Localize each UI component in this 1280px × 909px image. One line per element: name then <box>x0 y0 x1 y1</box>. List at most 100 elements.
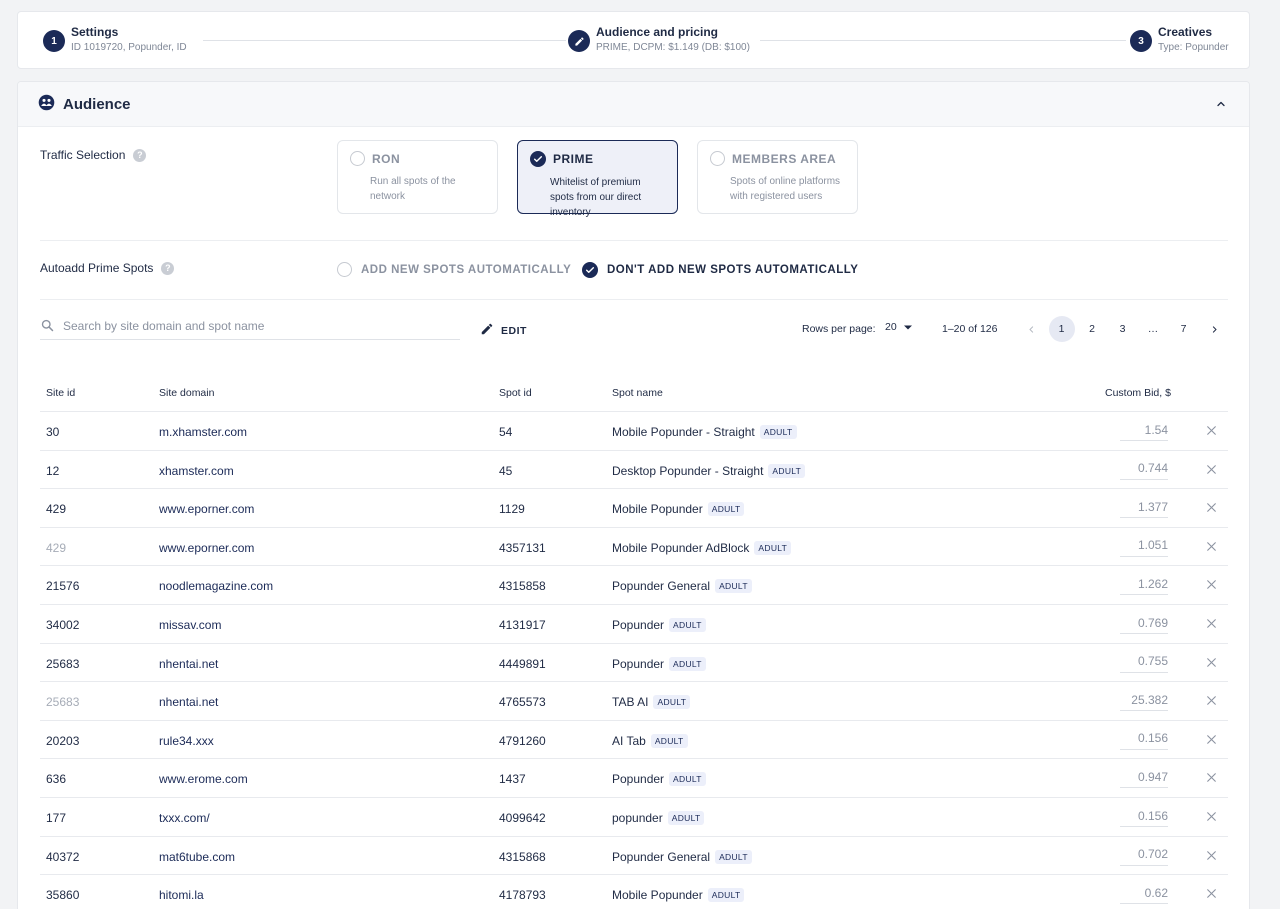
page-button-1[interactable]: 1 <box>1048 316 1075 342</box>
site-id-cell: 30 <box>46 425 60 439</box>
close-icon[interactable] <box>1205 771 1218 787</box>
check-circle-icon[interactable] <box>530 151 546 167</box>
close-icon[interactable] <box>1205 694 1218 710</box>
custom-bid-input[interactable] <box>1120 689 1168 712</box>
radio-unchecked-icon[interactable] <box>337 262 352 277</box>
custom-bid-input[interactable] <box>1120 843 1168 866</box>
site-domain-link[interactable]: m.xhamster.com <box>159 425 247 439</box>
stepper: 1 Settings ID 1019720, Popunder, ID Audi… <box>17 11 1250 69</box>
custom-bid-input[interactable] <box>1120 766 1168 789</box>
custom-bid-input[interactable] <box>1120 805 1168 827</box>
column-header-spot-id[interactable]: Spot id <box>499 387 532 399</box>
site-id-cell: 20203 <box>46 733 80 748</box>
step-subtitle: ID 1019720, Popunder, ID <box>71 42 187 54</box>
custom-bid-input[interactable] <box>1120 727 1168 750</box>
close-icon[interactable] <box>1205 810 1218 826</box>
chevron-right-icon[interactable] <box>1201 316 1227 342</box>
close-icon[interactable] <box>1205 887 1218 903</box>
table-row: 34002 missav.com 4131917 Popunder ADULT <box>40 604 1228 643</box>
site-domain-link[interactable]: nhentai.net <box>159 695 218 709</box>
search-field[interactable] <box>40 318 460 340</box>
traffic-option-ron[interactable]: RON Run all spots of the network <box>337 140 498 214</box>
column-header-spot-name[interactable]: Spot name <box>612 387 663 399</box>
help-icon[interactable]: ? <box>161 261 175 275</box>
site-domain-link[interactable]: txxx.com/ <box>159 811 210 825</box>
site-domain-link[interactable]: nhentai.net <box>159 657 218 671</box>
rows-per-page-select[interactable]: 20 <box>885 321 912 333</box>
page-ellipsis: … <box>1147 323 1159 335</box>
custom-bid-input[interactable] <box>1120 457 1168 480</box>
spot-name-text: Mobile Popunder AdBlock <box>612 540 750 555</box>
close-icon[interactable] <box>1205 463 1218 479</box>
site-domain-link[interactable]: hitomi.la <box>159 888 204 902</box>
search-input[interactable] <box>63 319 443 333</box>
spot-name-cell: Popunder General ADULT <box>612 579 752 594</box>
adult-badge: ADULT <box>653 695 691 710</box>
pencil-icon <box>480 322 494 339</box>
site-domain-link[interactable]: rule34.xxx <box>159 734 214 748</box>
stepper-connector <box>203 40 566 41</box>
step-audience-pricing[interactable]: Audience and pricing PRIME, DCPM: $1.149… <box>568 12 750 70</box>
custom-bid-input[interactable] <box>1120 650 1168 673</box>
site-domain-link[interactable]: noodlemagazine.com <box>159 579 273 593</box>
table-row: 177 txxx.com/4099642 popunder ADULT <box>40 797 1228 836</box>
table-row: 429 www.eporner.com 4357131 Mobile Popunder… <box>40 526 1228 566</box>
step-creatives[interactable]: 3 Creatives Type: Popunder <box>1130 12 1229 70</box>
spot-name-text: Desktop Popunder - Straight <box>612 463 764 478</box>
table-row: 25683 nhentai.net 4765573 TAB AI ADULT <box>40 681 1228 720</box>
close-icon[interactable] <box>1205 424 1218 440</box>
autoadd-option-dont-add[interactable]: DON'T ADD NEW SPOTS AUTOMATICALLY <box>582 262 858 278</box>
close-icon[interactable] <box>1205 501 1218 517</box>
close-icon[interactable] <box>1205 617 1218 633</box>
step-title: Settings <box>71 25 119 40</box>
site-id-cell: 429 <box>46 502 67 517</box>
close-icon[interactable] <box>1205 578 1218 594</box>
radio-unchecked-icon[interactable] <box>710 151 725 166</box>
autoadd-option-add[interactable]: ADD NEW SPOTS AUTOMATICALLY <box>337 262 571 277</box>
spot-id-cell: 4178793 <box>499 888 546 903</box>
page-button-2[interactable]: 2 <box>1079 316 1105 342</box>
chevron-left-icon[interactable] <box>1018 316 1044 342</box>
custom-bid-input[interactable] <box>1120 612 1168 634</box>
traffic-option-prime[interactable]: PRIME Whitelist of premium spots from ou… <box>517 140 678 218</box>
pagination-range: 1–20 of 126 <box>942 323 998 335</box>
site-id-cell: 25683 <box>46 695 80 710</box>
close-icon[interactable] <box>1205 656 1218 672</box>
close-icon[interactable] <box>1205 849 1218 865</box>
close-icon[interactable] <box>1205 540 1218 556</box>
pagination: 1 2 3 … 7 <box>1018 316 1232 342</box>
column-header-custom-bid[interactable]: Custom Bid, $ <box>1105 387 1171 399</box>
page-button-3[interactable]: 3 <box>1110 316 1136 342</box>
table-row: 35860 hitomi.la 4178793 Mobile Popunder ADUL… <box>40 874 1228 909</box>
traffic-selection-label: Traffic Selection ? <box>40 148 147 162</box>
column-header-site-domain[interactable]: Site domain <box>159 387 214 399</box>
column-header-site-id[interactable]: Site id <box>46 387 75 399</box>
adult-badge: ADULT <box>707 888 745 903</box>
site-domain-link[interactable]: www.eporner.com <box>159 541 254 555</box>
site-domain-link[interactable]: mat6tube.com <box>159 850 235 864</box>
rows-per-page-label: Rows per page: <box>802 323 876 335</box>
site-domain-link[interactable]: www.erome.com <box>159 772 248 786</box>
step-settings[interactable]: 1 Settings ID 1019720, Popunder, ID <box>43 12 187 70</box>
chevron-up-icon[interactable] <box>1215 98 1227 113</box>
close-icon[interactable] <box>1205 733 1218 749</box>
edit-button[interactable]: EDIT <box>480 322 527 339</box>
custom-bid-input[interactable] <box>1120 496 1168 519</box>
table-row: 25683 nhentai.net 4449891 Popunder ADULT <box>40 642 1228 682</box>
custom-bid-input[interactable] <box>1120 419 1168 441</box>
help-icon[interactable]: ? <box>133 148 147 162</box>
page-button-7[interactable]: 7 <box>1171 316 1197 342</box>
custom-bid-input[interactable] <box>1120 534 1168 557</box>
spot-name-cell: Popunder ADULT <box>612 618 706 632</box>
check-circle-icon[interactable] <box>582 262 598 278</box>
custom-bid-input[interactable] <box>1120 573 1168 596</box>
site-domain-link[interactable]: www.eporner.com <box>159 502 254 516</box>
site-domain-link[interactable]: missav.com <box>159 618 221 632</box>
table-row: 20203 rule34.xxx 4791260 AI Tab ADULT <box>40 719 1228 759</box>
audience-panel-header[interactable]: Audience <box>18 82 1249 127</box>
section-divider <box>40 240 1228 241</box>
custom-bid-input[interactable] <box>1120 882 1168 905</box>
traffic-option-members-area[interactable]: MEMBERS AREA Spots of online platforms w… <box>697 140 858 214</box>
radio-unchecked-icon[interactable] <box>350 151 365 166</box>
site-domain-link[interactable]: xhamster.com <box>159 464 234 478</box>
